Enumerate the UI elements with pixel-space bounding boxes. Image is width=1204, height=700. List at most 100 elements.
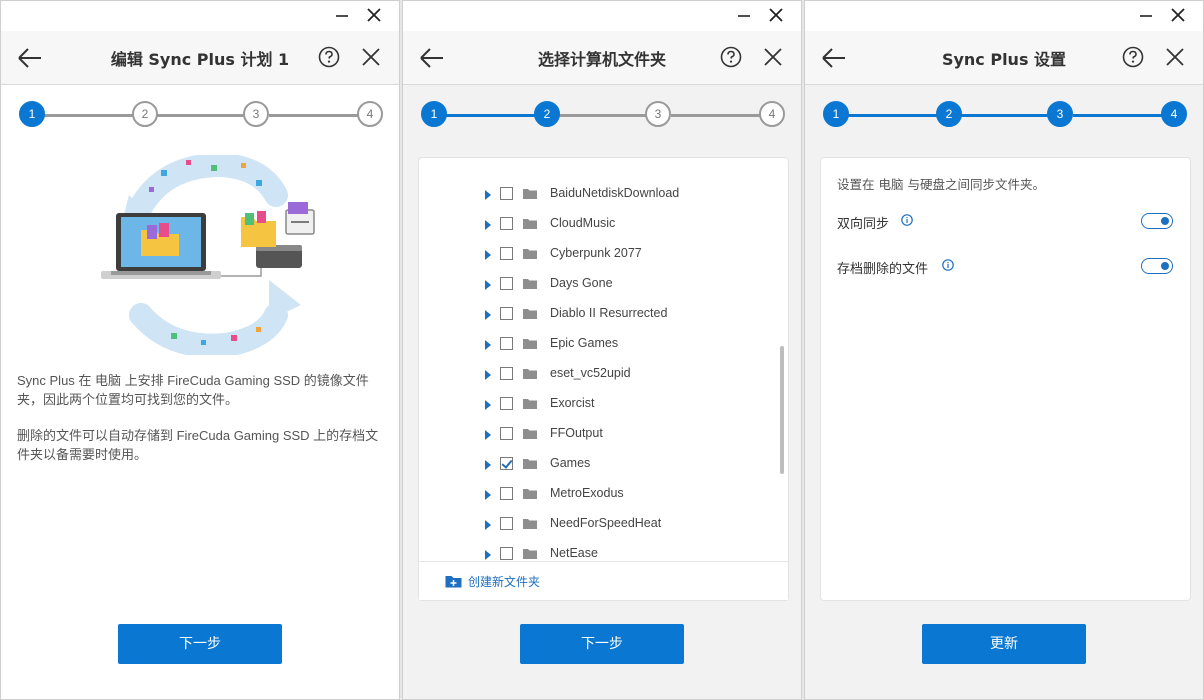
update-button[interactable]: 更新 — [922, 624, 1086, 664]
folder-checkbox[interactable] — [500, 307, 513, 320]
step-3: 3 — [243, 101, 269, 127]
select-folder-window: 选择计算机文件夹 1 2 3 4 BaiduNetdiskDownload Clo… — [402, 0, 802, 700]
folder-tree-card: BaiduNetdiskDownload CloudMusic Cyberpunk … — [418, 157, 789, 601]
folder-row[interactable]: NeedForSpeedHeat — [419, 509, 774, 539]
folder-name: MetroExodus — [550, 486, 624, 500]
expand-caret-icon[interactable] — [485, 550, 491, 560]
scrollbar-thumb[interactable] — [780, 346, 784, 474]
card-footer: 创建新文件夹 — [419, 561, 788, 600]
minimize-button[interactable] — [733, 6, 755, 26]
folder-checkbox[interactable] — [500, 277, 513, 290]
folder-row[interactable]: Cyberpunk 2077 — [419, 239, 774, 269]
expand-caret-icon[interactable] — [485, 490, 491, 500]
step-connector — [671, 114, 761, 117]
folder-icon — [523, 249, 537, 259]
help-button[interactable] — [720, 46, 742, 68]
back-button[interactable] — [418, 46, 446, 70]
help-button[interactable] — [318, 46, 340, 68]
back-button[interactable] — [16, 46, 44, 70]
folder-name: CloudMusic — [550, 216, 616, 230]
expand-caret-icon[interactable] — [485, 340, 491, 350]
folder-checkbox[interactable] — [500, 247, 513, 260]
folder-checkbox[interactable] — [500, 457, 513, 470]
create-folder-link[interactable]: 创建新文件夹 — [468, 573, 540, 590]
folder-row[interactable]: BaiduNetdiskDownload — [419, 179, 774, 209]
window-close-button[interactable] — [363, 6, 385, 26]
expand-caret-icon[interactable] — [485, 190, 491, 200]
scrollbar-track[interactable] — [780, 178, 785, 558]
next-button[interactable]: 下一步 — [520, 624, 684, 664]
expand-caret-icon[interactable] — [485, 370, 491, 380]
expand-caret-icon[interactable] — [485, 430, 491, 440]
window-close-button[interactable] — [765, 6, 787, 26]
stepper: 1 2 3 4 — [421, 101, 785, 129]
folder-row[interactable]: Days Gone — [419, 269, 774, 299]
window-close-button[interactable] — [1167, 6, 1189, 26]
folder-checkbox[interactable] — [500, 427, 513, 440]
close-icon — [1166, 48, 1184, 66]
settings-window: Sync Plus 设置 1 2 3 4 设置在 电脑 与硬盘之间同步文件夹。 … — [804, 0, 1204, 700]
folder-row[interactable]: CloudMusic — [419, 209, 774, 239]
toggle-knob — [1161, 261, 1169, 270]
expand-caret-icon[interactable] — [485, 520, 491, 530]
folder-icon — [523, 519, 537, 529]
close-dialog-button[interactable] — [1165, 47, 1185, 67]
step-connector — [1073, 114, 1163, 117]
step-3: 3 — [645, 101, 671, 127]
help-icon — [318, 46, 340, 68]
folder-checkbox[interactable] — [500, 547, 513, 560]
step-2: 2 — [936, 101, 962, 127]
step-connector — [847, 114, 937, 117]
info-icon[interactable] — [901, 214, 913, 226]
folder-row[interactable]: NetEase — [419, 539, 774, 560]
folder-checkbox[interactable] — [500, 517, 513, 530]
expand-caret-icon[interactable] — [485, 460, 491, 470]
stepper: 1 2 3 4 — [823, 101, 1187, 129]
step-1: 1 — [421, 101, 447, 127]
minimize-button[interactable] — [1135, 6, 1157, 26]
minimize-icon — [1140, 15, 1152, 17]
step-connector — [269, 114, 359, 117]
step-1: 1 — [823, 101, 849, 127]
next-button[interactable]: 下一步 — [118, 624, 282, 664]
folder-icon — [523, 549, 537, 559]
folder-checkbox[interactable] — [500, 397, 513, 410]
step-connector — [43, 114, 133, 117]
expand-caret-icon[interactable] — [485, 280, 491, 290]
folder-checkbox[interactable] — [500, 487, 513, 500]
step-connector — [445, 114, 535, 117]
close-icon — [769, 8, 783, 22]
folder-row[interactable]: Epic Games — [419, 329, 774, 359]
help-icon — [720, 46, 742, 68]
expand-caret-icon[interactable] — [485, 220, 491, 230]
minimize-button[interactable] — [331, 6, 353, 26]
folder-row[interactable]: MetroExodus — [419, 479, 774, 509]
folder-checkbox[interactable] — [500, 187, 513, 200]
folder-row[interactable]: Exorcist — [419, 389, 774, 419]
step-4: 4 — [759, 101, 785, 127]
back-button[interactable] — [820, 46, 848, 70]
minimize-icon — [336, 15, 348, 17]
help-button[interactable] — [1122, 46, 1144, 68]
step-1: 1 — [19, 101, 45, 127]
folder-checkbox[interactable] — [500, 217, 513, 230]
close-dialog-button[interactable] — [361, 47, 381, 67]
folder-row[interactable]: Games — [419, 449, 774, 479]
description-sync: Sync Plus 在 电脑 上安排 FireCuda Gaming SSD 的… — [17, 373, 369, 407]
folder-checkbox[interactable] — [500, 337, 513, 350]
folder-checkbox[interactable] — [500, 367, 513, 380]
folder-row[interactable]: eset_vc52upid — [419, 359, 774, 389]
folder-icon — [523, 339, 537, 349]
close-dialog-button[interactable] — [763, 47, 783, 67]
new-folder-icon[interactable] — [445, 574, 462, 588]
folder-name: Cyberpunk 2077 — [550, 246, 642, 260]
archive-deleted-toggle[interactable] — [1141, 258, 1173, 274]
two-way-sync-toggle[interactable] — [1141, 213, 1173, 229]
info-icon[interactable] — [942, 259, 954, 271]
expand-caret-icon[interactable] — [485, 250, 491, 260]
expand-caret-icon[interactable] — [485, 400, 491, 410]
folder-row[interactable]: Diablo II Resurrected — [419, 299, 774, 329]
folder-row[interactable]: FFOutput — [419, 419, 774, 449]
arrow-left-icon — [420, 48, 443, 68]
expand-caret-icon[interactable] — [485, 310, 491, 320]
